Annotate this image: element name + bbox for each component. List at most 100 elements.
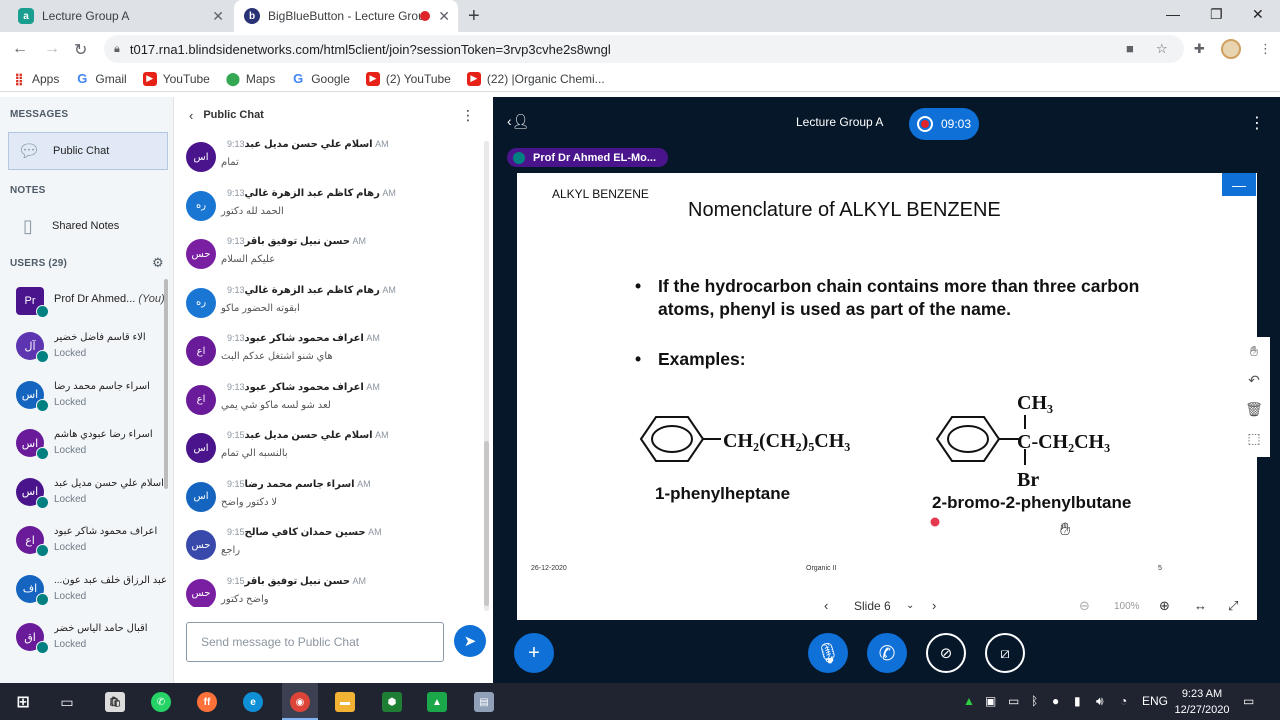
zoom-out-icon[interactable]: ⊖ xyxy=(1079,598,1090,614)
chrome-icon[interactable]: ◉ xyxy=(290,692,310,712)
user-list-scrollbar[interactable] xyxy=(164,279,168,489)
minimize-window-icon[interactable]: — xyxy=(1166,6,1180,22)
firefox-icon[interactable]: ff xyxy=(197,692,217,712)
user-item[interactable]: آل آلاء قاسم فاضل خضير Locked xyxy=(14,328,166,372)
windows-start-icon[interactable]: ⊞ xyxy=(13,692,33,712)
user-item[interactable]: اف ...عبد الرزاق خلف عبد عون Locked xyxy=(14,571,166,615)
bookmark-star-icon[interactable]: ☆ xyxy=(1156,41,1168,57)
record-icon xyxy=(917,116,933,132)
battery-icon[interactable]: ▮ xyxy=(1074,694,1081,708)
bookmark-apps[interactable]: ⣿ Apps xyxy=(12,72,59,86)
avatar: اس xyxy=(186,481,216,512)
bookmark-google[interactable]: G Google xyxy=(291,71,350,86)
task-view-icon[interactable]: ▭ xyxy=(57,692,77,712)
options-menu-icon[interactable]: ⋮ xyxy=(1249,113,1265,133)
chat-header[interactable]: ‹ Public Chat xyxy=(175,97,493,133)
language-indicator[interactable]: ENG xyxy=(1142,694,1168,708)
forward-arrow-icon[interactable]: → xyxy=(44,40,60,58)
back-arrow-icon[interactable]: ← xyxy=(12,40,28,58)
chat-scrollbar[interactable] xyxy=(484,141,489,611)
message-sender: حسن نبيل توفيق باقر9:15 AM xyxy=(227,575,367,587)
chevron-left-icon[interactable]: ‹ xyxy=(189,108,193,123)
address-bar[interactable]: 🔒︎ t017.rna1.blindsidenetworks.com/html5… xyxy=(104,35,1184,63)
chat-message: اع اعراف محمود شاكر عبود9:13 AM لعد شو لسه… xyxy=(185,378,475,424)
bookmark-gmail[interactable]: G Gmail xyxy=(75,71,126,86)
browser-menu-icon[interactable]: ⋮ xyxy=(1259,41,1272,57)
user-settings-gear-icon[interactable]: ⚙ xyxy=(152,255,164,271)
send-message-button[interactable]: ➤ xyxy=(454,625,486,657)
reload-icon[interactable]: ↻ xyxy=(74,40,87,60)
microphone-tray-icon[interactable]: ● xyxy=(1052,694,1059,708)
fit-width-icon[interactable]: ↔ xyxy=(1194,598,1207,613)
user-item[interactable]: اس اسلام علي حسن مديل عبد Locked xyxy=(14,474,166,518)
system-clock[interactable]: 9:23 AM 12/27/2020 xyxy=(1172,686,1232,718)
tray-icon[interactable]: ▭ xyxy=(1008,694,1019,708)
chat-message-input[interactable]: Send message to Public Chat xyxy=(186,622,444,662)
microphone-icon: 🎙︎ xyxy=(815,642,841,665)
next-slide-icon[interactable]: › xyxy=(932,598,936,613)
restore-window-icon[interactable]: ❐ xyxy=(1210,6,1223,23)
users-heading: USERS (29) xyxy=(10,258,68,269)
user-item-me[interactable]: Pr Prof Dr Ahmed... (You) xyxy=(14,283,166,327)
edge-icon[interactable]: e xyxy=(243,692,263,712)
recording-button[interactable]: 09:03 xyxy=(909,108,979,140)
share-webcam-button[interactable]: ⊘ xyxy=(926,633,966,673)
app-icon[interactable]: ⬢ xyxy=(382,692,402,712)
bookmark-maps[interactable]: ⬤ Maps xyxy=(226,71,276,86)
camera-icon[interactable]: ■ xyxy=(1126,41,1134,56)
mute-button[interactable]: 🎙︎ xyxy=(808,633,848,673)
bbb-app: MESSAGES 💬︎ Public Chat NOTES ▯ Shared N… xyxy=(0,97,1280,683)
chevron-down-icon[interactable]: ⌄ xyxy=(906,600,914,611)
leave-audio-button[interactable]: ✆ xyxy=(867,633,907,673)
chat-options-icon[interactable]: ⋮ xyxy=(461,107,475,124)
close-tab-icon[interactable]: ✕ xyxy=(438,8,450,25)
user-item[interactable]: اق اقبال حامد الياس خضر Locked xyxy=(14,619,166,663)
phone-icon: ✆ xyxy=(878,642,896,665)
chat-message: اس اسراء جاسم محمد رضا9:15 AM لا دكتور واض… xyxy=(185,475,475,521)
tab-lecture-group[interactable]: a Lecture Group A ✕ xyxy=(8,0,232,32)
share-screen-button[interactable]: ⧄ xyxy=(985,633,1025,673)
user-item[interactable]: اس اسراء جاسم محمد رضا Locked xyxy=(14,377,166,421)
compound2-formula: C-CH₂CH₃ xyxy=(1017,431,1110,453)
network-icon[interactable]: ◔ xyxy=(1120,694,1127,708)
file-explorer-icon[interactable]: ▬ xyxy=(335,692,355,712)
user-name: آلاء قاسم فاضل خضير xyxy=(54,332,146,343)
shared-notes-item[interactable]: ▯ Shared Notes xyxy=(8,207,168,245)
zoom-in-icon[interactable]: ⊕ xyxy=(1159,598,1170,614)
hand-tool-icon[interactable]: ✋︎ xyxy=(1238,337,1270,366)
extensions-puzzle-icon[interactable]: ✚ xyxy=(1194,41,1205,57)
close-window-icon[interactable]: ✕ xyxy=(1252,6,1264,23)
user-item[interactable]: اس اسراء رضا عبودي هاشم Locked xyxy=(14,425,166,469)
tray-app-icon[interactable]: ▲ xyxy=(963,694,975,708)
profile-avatar[interactable] xyxy=(1221,39,1241,59)
tray-icon[interactable]: ▣ xyxy=(985,694,996,708)
toggle-userlist-icon[interactable]: ‹👤︎ xyxy=(507,113,529,130)
previous-slide-icon[interactable]: ‹ xyxy=(824,598,828,613)
whatsapp-icon[interactable]: ✆ xyxy=(151,692,171,712)
new-tab-icon[interactable]: + xyxy=(468,5,480,28)
message-sender: رهام كاظم عبد الزهرة غالي9:13 AM xyxy=(227,284,396,296)
slide-selector[interactable]: Slide 6 xyxy=(854,599,891,613)
user-item[interactable]: اع اعراف محمود شاكر عبود Locked xyxy=(14,522,166,566)
tab-bigbluebutton[interactable]: b BigBlueButton - Lecture Grou ✕ xyxy=(234,0,458,32)
public-chat-item[interactable]: 💬︎ Public Chat xyxy=(8,132,168,170)
volume-icon[interactable]: 🔊︎ xyxy=(1096,694,1104,709)
fullscreen-icon[interactable]: ⤢ xyxy=(1228,598,1238,614)
app-icon[interactable]: ▤ xyxy=(474,692,494,712)
bookmark-organic-chem[interactable]: ▶ (22) |Organic Chemi... xyxy=(466,71,605,86)
undo-icon[interactable]: ↶ xyxy=(1238,366,1270,395)
close-tab-icon[interactable]: ✕ xyxy=(212,8,224,25)
scroll-thumb[interactable] xyxy=(484,441,489,606)
app-icon[interactable]: ▲ xyxy=(427,692,447,712)
bluetooth-icon[interactable]: ᛒ xyxy=(1031,694,1038,708)
actions-plus-button[interactable]: + xyxy=(514,633,554,673)
multi-user-icon[interactable]: ⬚ xyxy=(1238,424,1270,453)
chat-message: حس حسين حمدان كافي صالح9:15 AM راجع xyxy=(185,523,475,569)
store-icon[interactable]: 🛍︎ xyxy=(105,692,125,712)
bookmark-youtube[interactable]: ▶ YouTube xyxy=(142,71,210,86)
clear-trash-icon[interactable]: 🗑︎ xyxy=(1238,395,1270,424)
meeting-title: Lecture Group A xyxy=(796,115,884,129)
notification-center-icon[interactable]: ▭ xyxy=(1243,694,1254,708)
slide-footer-course: Organic II xyxy=(806,565,837,572)
bookmark-youtube-2[interactable]: ▶ (2) YouTube xyxy=(365,71,451,86)
